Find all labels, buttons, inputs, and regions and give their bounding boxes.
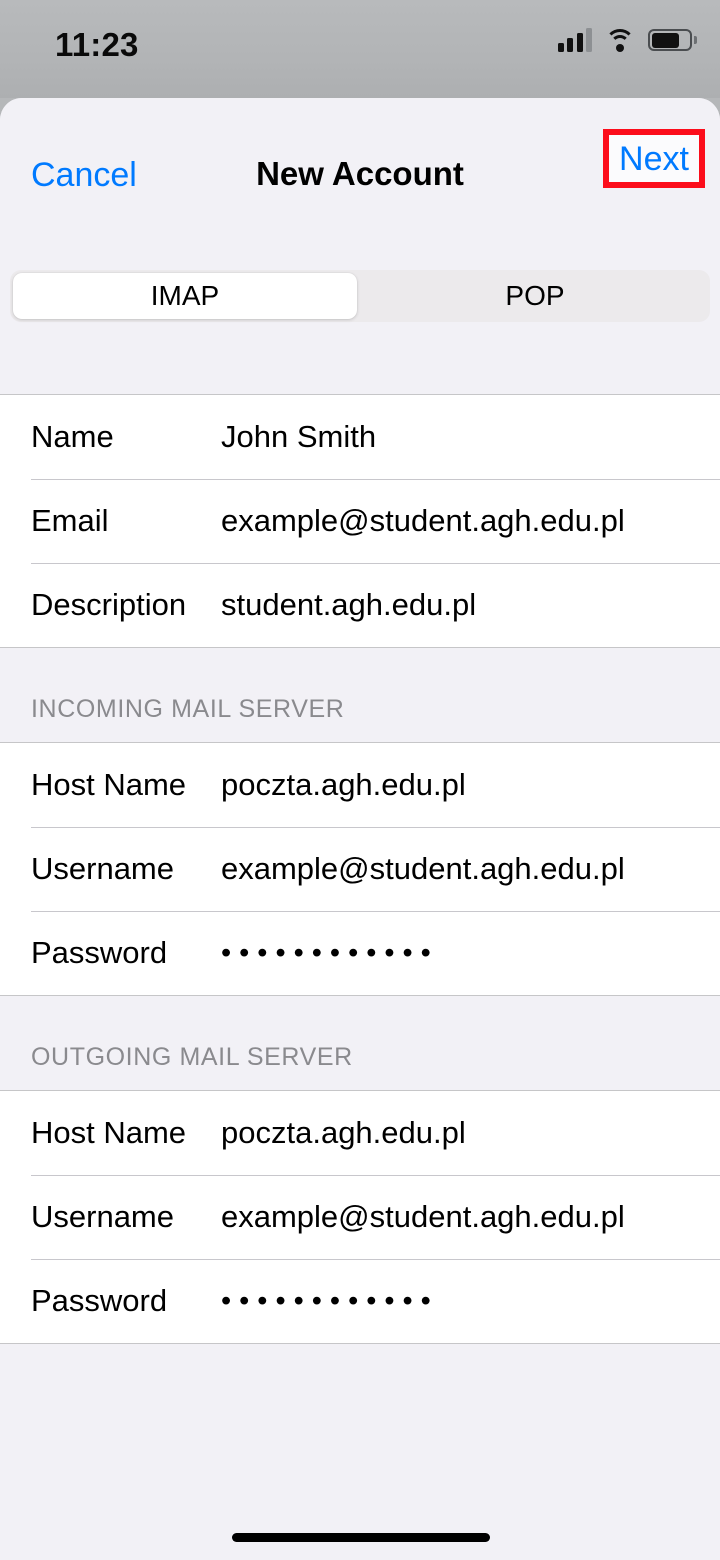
row-label: Password [31, 1283, 168, 1318]
navigation-bar: Cancel New Account Next [0, 98, 720, 270]
outgoing-mail-server-header: OUTGOING MAIL SERVER [0, 996, 720, 1090]
home-indicator[interactable] [232, 1533, 490, 1542]
status-bar-clock: 11:23 [55, 26, 139, 63]
protocol-segmented-control[interactable]: IMAP POP [10, 270, 710, 322]
row-label: Host Name [31, 767, 187, 802]
next-button-highlight: Next [603, 129, 705, 188]
status-bar: 11:23 [0, 0, 720, 98]
row-name[interactable]: Name John Smith [0, 395, 720, 479]
row-label: Description [31, 587, 187, 622]
incoming-username-field[interactable]: example@student.agh.edu.pl [221, 851, 625, 887]
email-field[interactable]: example@student.agh.edu.pl [221, 503, 625, 539]
row-label: Host Name [31, 1115, 187, 1150]
row-email[interactable]: Email example@student.agh.edu.pl [0, 479, 720, 563]
outgoing-username-field[interactable]: example@student.agh.edu.pl [221, 1199, 625, 1235]
outgoing-host-name-field[interactable]: poczta.agh.edu.pl [221, 1115, 466, 1151]
next-button[interactable]: Next [619, 142, 689, 176]
outgoing-password-field[interactable]: •••••••••••• [221, 1286, 439, 1316]
spacer-above-account-section [0, 322, 720, 394]
account-details-section: Name John Smith Email example@student.ag… [0, 394, 720, 648]
outgoing-mail-server-section: Host Name poczta.agh.edu.pl Username exa… [0, 1090, 720, 1344]
protocol-segmented-control-wrapper: IMAP POP [0, 270, 720, 322]
incoming-host-name-field[interactable]: poczta.agh.edu.pl [221, 767, 466, 803]
row-incoming-host-name[interactable]: Host Name poczta.agh.edu.pl [0, 743, 720, 827]
row-outgoing-username[interactable]: Username example@student.agh.edu.pl [0, 1175, 720, 1259]
row-description[interactable]: Description student.agh.edu.pl [0, 563, 720, 647]
wifi-icon [605, 28, 635, 52]
section-header-label: OUTGOING MAIL SERVER [31, 1043, 353, 1071]
incoming-mail-server-header: INCOMING MAIL SERVER [0, 648, 720, 742]
row-label: Username [31, 851, 174, 886]
row-incoming-password[interactable]: Password •••••••••••• [0, 911, 720, 995]
row-incoming-username[interactable]: Username example@student.agh.edu.pl [0, 827, 720, 911]
name-field[interactable]: John Smith [221, 419, 376, 455]
row-label: Email [31, 503, 109, 538]
row-label: Name [31, 419, 114, 454]
incoming-mail-server-section: Host Name poczta.agh.edu.pl Username exa… [0, 742, 720, 996]
row-label: Username [31, 1199, 174, 1234]
section-header-label: INCOMING MAIL SERVER [31, 695, 345, 723]
battery-icon [648, 29, 697, 51]
row-outgoing-host-name[interactable]: Host Name poczta.agh.edu.pl [0, 1091, 720, 1175]
row-label: Password [31, 935, 168, 970]
description-field[interactable]: student.agh.edu.pl [221, 587, 476, 623]
status-bar-indicators [557, 28, 697, 52]
bottom-spacer [0, 1344, 720, 1504]
tab-pop[interactable]: POP [360, 270, 710, 322]
row-outgoing-password[interactable]: Password •••••••••••• [0, 1259, 720, 1343]
tab-imap[interactable]: IMAP [10, 270, 360, 322]
cellular-signal-icon [557, 28, 592, 52]
new-account-modal-sheet: Cancel New Account Next IMAP POP Name Jo… [0, 98, 720, 1560]
incoming-password-field[interactable]: •••••••••••• [221, 938, 439, 968]
